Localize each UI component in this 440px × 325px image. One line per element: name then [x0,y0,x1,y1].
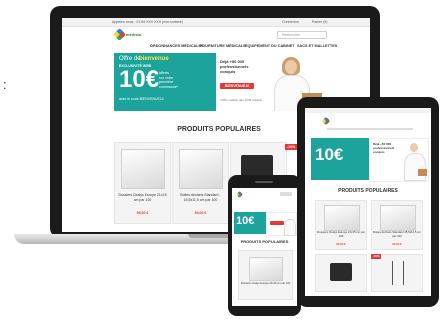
doctor-illustration [284,219,296,236]
tablet-banner-amount: 10€ [315,145,344,164]
product-image [121,149,165,189]
product-name[interactable]: Dossiers Oxalys Europe 21x15 cm par 100 [117,193,168,202]
phone-speaker [255,181,273,183]
banner-code-line: avec le code BIENVENUE10 [119,97,164,101]
tablet-screen: 10€ Déjà +50 000 professionnels conquis … [305,108,431,296]
offer-line: commande* [159,84,179,89]
product-image [249,257,283,281]
account-link[interactable]: Connexion [282,20,299,24]
medical-bag-image [330,263,352,281]
banner-cta-button[interactable]: BIENVENUE10 [220,83,254,89]
product-card[interactable]: Dossiers Oxalys Europe 21x15 cm par 100 [238,250,293,300]
product-price: 95,00 € [392,242,402,246]
product-card[interactable] [371,254,423,292]
desktop-topbar: Appelez-nous : 01 84 XXX XXX (non-surtax… [62,18,370,27]
stand-image [392,261,404,285]
doctor-face [285,60,297,74]
phone-banner[interactable]: 10€ [234,212,266,234]
phone-banner-amount: 10€ [236,215,255,227]
doctor-face [410,143,418,152]
menu-icon[interactable] [280,192,292,196]
tablet-banner[interactable]: 10€ [311,138,369,180]
product-card[interactable] [315,254,367,292]
banner-offer-text: offerts sur votre première commande* [159,71,178,89]
product-price: 95,00 € [136,211,149,215]
side-colon-mark: : [3,77,7,92]
product-image [380,205,416,231]
nav-item-fourniture[interactable]: FOURNITURE MÉDICALE [200,44,246,48]
section-title: PRODUITS POPULAIRES [177,126,261,133]
product-card[interactable]: Dossiers Oxalys Europe 21x15 cm par 100 … [315,200,367,250]
brand-logo-icon[interactable] [113,28,126,41]
phone-cta-button[interactable] [270,221,284,225]
phone-section-title: PRODUITS POPULAIRES [240,239,289,244]
product-name[interactable]: Dossiers Oxalys Europe 21x15 cm par 100 [240,282,291,285]
product-price: 95,00 € [336,242,346,246]
discount-badge: -10% [285,144,297,150]
parcel-box [418,169,427,176]
banner-kicker-strong: bienvenue [139,56,169,62]
topbar-contact-text: Appelez-nous : 01 84 XXX XXX (non-surtax… [112,20,183,24]
product-image [179,149,223,189]
product-name[interactable]: Dossiers Oxalys Europe 21x15 cm par 100 [317,230,365,238]
doctor-illustration [404,153,426,181]
phone-screen: 10€ PRODUITS POPULAIRES Dossiers Oxalys … [232,188,297,306]
product-price: 95,00 € [194,211,207,215]
brand-name: médisia [126,32,141,37]
brand-logo-icon[interactable] [235,190,244,199]
banner-amount: 10€ [119,66,160,93]
tablet-section-title: PRODUITS POPULAIRES [338,188,398,194]
product-card[interactable]: Boites déchets Standard - 15,5x11,5 cm p… [172,142,229,224]
search-placeholder: Rechercher [282,33,301,37]
product-card[interactable]: Dossiers Oxalys Europe 21x15 cm par 100 … [114,142,171,224]
phone-banner-panel [266,212,297,236]
product-card[interactable]: Boites déchets Standard 15,5x11,5 cm par… [371,200,423,250]
product-name[interactable]: Boites déchets Standard - 15,5x11,5 cm p… [175,193,226,202]
product-image [324,205,360,231]
nav-item-equipement[interactable]: ÉQUIPEMENT DU CABINET [245,44,295,48]
banner-footnote: *Offre valable dès 100€ d'achat [220,98,262,102]
tablet-banner-panel: Déjà +50 000 professionnels conquis [369,138,429,182]
nav-item-sacs[interactable]: SACS ET MALLETTES [297,44,337,48]
banner-kicker: Offre de [119,56,141,62]
tablet-panel-title: Déjà +50 000 professionnels conquis [373,142,395,154]
brand-logo-icon[interactable] [321,116,331,126]
tablet-nav [327,128,413,130]
search-input[interactable]: Rechercher [277,31,327,39]
product-name[interactable]: Boites déchets Standard 15,5x11,5 cm par… [373,230,421,238]
discount-badge: -10% [371,254,381,259]
tablet-topbar [305,108,431,113]
welcome-banner[interactable]: Offre de bienvenue EXCLUSIVITÉ WEB 10€ o… [114,53,324,111]
nav-item-ordonnances[interactable]: ORDONNANCES MÉDICALES [150,44,204,48]
banner-panel-title: Déjà +50 000 professionnels conquis [220,59,249,74]
cart-link[interactable]: Panier (0) [312,20,327,24]
